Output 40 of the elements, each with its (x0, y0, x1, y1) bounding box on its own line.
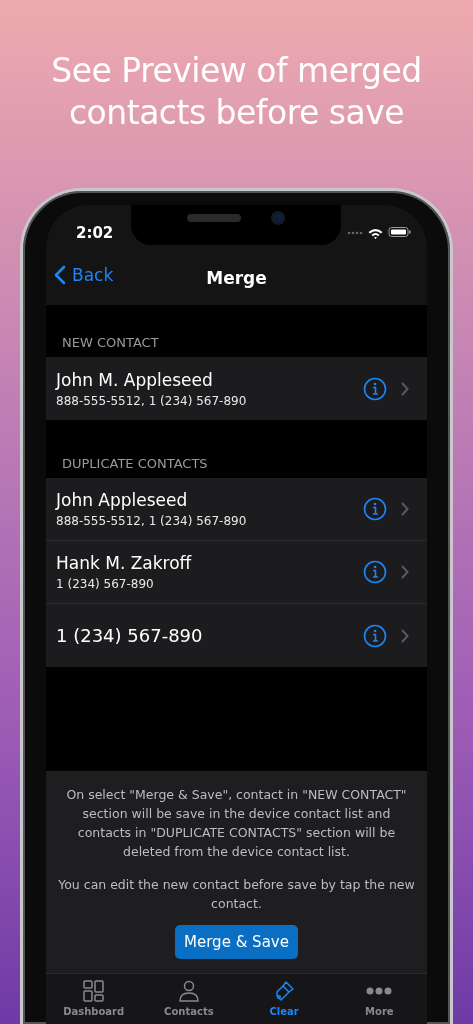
contact-name: 1 (234) 567-890 (56, 625, 204, 646)
chevron-icon (401, 565, 409, 579)
tab-item[interactable]: Dashboard (46, 974, 142, 1024)
contact-phones: 888-555-5512, 1 (234) 567-890 (56, 514, 248, 528)
chevron-icon (401, 502, 409, 516)
dashboard-icon (82, 980, 105, 1002)
tab-item[interactable]: Clear (236, 974, 332, 1024)
contact-row[interactable]: 1 (234) 567-890 (46, 604, 427, 667)
info-text: You can edit the new contact before save by tap the new contact. (57, 876, 416, 913)
section-header: DUPLICATE CONTACTS (61, 456, 209, 473)
chevron-icon (401, 628, 409, 643)
contact-phones: 1 (234) 567-890 (56, 577, 155, 591)
tab-item[interactable]: Contacts (141, 974, 237, 1024)
back-chevron-icon (54, 265, 66, 285)
tab-item[interactable]: More (331, 974, 427, 1024)
info-icon[interactable] (363, 623, 387, 648)
info-icon[interactable] (363, 376, 387, 401)
headline: See Preview of merged contacts before save (50, 50, 423, 134)
info-text: On select "Merge & Save", contact in "NEW CONTACT" section will be save in the device contact list and contacts in "DUPLICATE CONTACTS" section will be deleted from the device contact list. (65, 786, 408, 861)
info-icon[interactable] (363, 497, 387, 521)
brush-icon (273, 980, 296, 1002)
section-header: NEW CONTACT (61, 335, 160, 352)
contact-name: John Appleseed (56, 490, 189, 510)
back-button[interactable]: Back (54, 265, 114, 285)
signal-icon (347, 230, 363, 235)
contact-row[interactable]: John Appleseed 888-555-5512, 1 (234) 567-890 (46, 478, 427, 541)
contact-name: John M. Appleseed (56, 369, 214, 390)
info-icon[interactable] (363, 560, 387, 584)
contact-name: Hank M. Zakroff (56, 553, 193, 573)
status-time: 2:02 (76, 223, 114, 242)
chevron-icon (401, 381, 409, 396)
contact-phones: 888-555-5512, 1 (234) 567-890 (56, 393, 248, 408)
person-icon (177, 980, 200, 1002)
contact-row[interactable]: Hank M. Zakroff 1 (234) 567-890 (46, 541, 427, 604)
battery-icon (388, 227, 411, 238)
merge-save-button[interactable]: Merge & Save (175, 925, 298, 959)
contact-row[interactable]: John M. Appleseed 888-555-5512, 1 (234) 567-890 (46, 357, 427, 420)
wifi-icon (368, 226, 383, 239)
screen-title: Merge (206, 267, 267, 288)
more-icon (366, 987, 393, 995)
